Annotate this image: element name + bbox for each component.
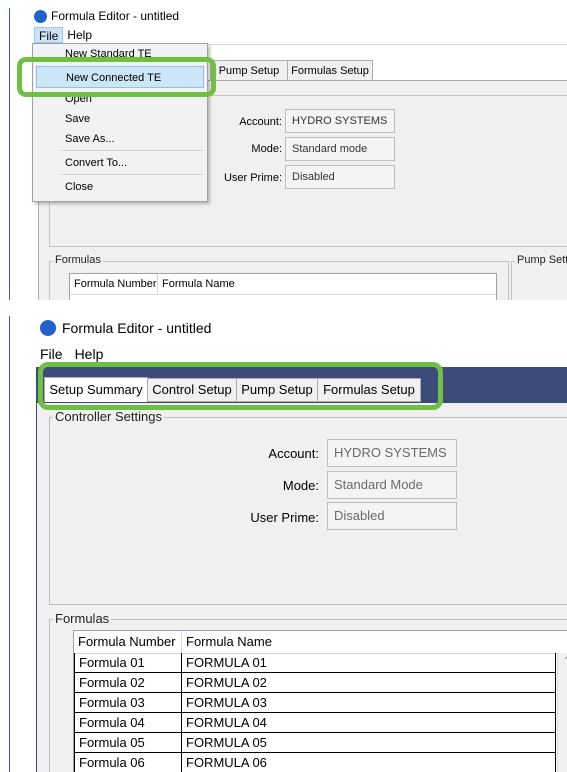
formula-name-cell[interactable]: FORMULA 03 xyxy=(182,693,556,713)
menu-bar-line xyxy=(200,44,567,45)
account-field[interactable]: HYDRO SYSTEMS xyxy=(285,109,395,133)
formula-number-cell[interactable]: Formula 05 xyxy=(74,733,182,753)
column-formula-name[interactable]: Formula Name xyxy=(158,274,278,294)
formulas-grid: Formula Number Formula Name Formula 01 FO… xyxy=(73,630,567,772)
formula-name-cell[interactable]: FORMULA 02 xyxy=(182,673,556,693)
highlight-tab-strip xyxy=(38,362,443,410)
account-field[interactable]: HYDRO SYSTEMS xyxy=(327,439,457,467)
table-row[interactable]: Formula 01 FORMULA 01 xyxy=(74,653,556,673)
mode-field[interactable]: Standard mode xyxy=(285,137,395,161)
menu-item-save-as[interactable]: Save As... xyxy=(33,131,207,147)
tab-content: Controller Settings Account: HYDRO SYSTE… xyxy=(36,402,567,772)
formulas-grid: Formula Number Formula Name xyxy=(69,273,497,300)
user-prime-field[interactable]: Disabled xyxy=(327,502,457,530)
user-prime-label: User Prime: xyxy=(223,172,282,184)
table-row[interactable]: Formula 02 FORMULA 02 xyxy=(74,673,556,693)
window-title: Formula Editor - untitled xyxy=(62,320,212,336)
table-row[interactable]: Formula 05 FORMULA 05 xyxy=(74,733,556,753)
formula-name-cell[interactable]: FORMULA 05 xyxy=(182,733,556,753)
formulas-legend: Formulas xyxy=(53,611,112,626)
user-prime-label: User Prime: xyxy=(250,510,319,525)
formula-number-cell[interactable]: Formula 03 xyxy=(74,693,182,713)
formula-name-cell[interactable]: FORMULA 06 xyxy=(182,753,556,772)
title-bar: Formula Editor - untitled xyxy=(40,320,211,336)
formulas-grid-header: Formula Number Formula Name xyxy=(70,274,496,295)
highlight-new-connected-te xyxy=(17,57,216,97)
table-row[interactable]: Formula 03 FORMULA 03 xyxy=(74,693,556,713)
menu-help[interactable]: Help xyxy=(71,344,108,364)
column-formula-number[interactable]: Formula Number xyxy=(74,631,182,653)
mode-label: Mode: xyxy=(282,478,319,493)
menu-item-close[interactable]: Close xyxy=(33,179,207,195)
formula-name-cell[interactable]: FORMULA 04 xyxy=(182,713,556,733)
column-formula-name[interactable]: Formula Name xyxy=(182,631,552,653)
formula-name-cell[interactable]: FORMULA 01 xyxy=(182,653,556,673)
screenshot-file-menu: Formula Editor - untitled File Help Pump… xyxy=(10,0,567,300)
scroll-up-icon[interactable]: ⌃ xyxy=(560,656,567,667)
controller-settings-legend: Controller Settings xyxy=(53,409,164,424)
app-icon xyxy=(34,9,47,23)
app-icon xyxy=(40,320,56,336)
formulas-legend: Formulas xyxy=(53,254,103,266)
table-row[interactable]: Formula 04 FORMULA 04 xyxy=(74,713,556,733)
screenshot-setup-summary: Formula Editor - untitled File Help Setu… xyxy=(10,310,567,772)
formula-number-cell[interactable]: Formula 01 xyxy=(74,653,182,673)
menu-separator xyxy=(61,174,203,175)
menu-item-convert-to[interactable]: Convert To... xyxy=(33,155,207,171)
window-title: Formula Editor - untitled xyxy=(51,9,180,23)
tab-pump-setup[interactable]: Pump Setup xyxy=(210,60,288,82)
pump-settings-group xyxy=(511,261,567,300)
formulas-grid-header: Formula Number Formula Name xyxy=(74,631,567,654)
column-formula-number[interactable]: Formula Number xyxy=(70,274,158,294)
account-label: Account: xyxy=(268,446,319,461)
title-bar: Formula Editor - untitled xyxy=(34,9,179,23)
formula-number-cell[interactable]: Formula 02 xyxy=(74,673,182,693)
grid-scrollbar[interactable] xyxy=(557,653,567,772)
table-row[interactable]: Formula 06 FORMULA 06 xyxy=(74,753,556,772)
menu-file[interactable]: File xyxy=(36,344,67,364)
formula-number-cell[interactable]: Formula 06 xyxy=(74,753,182,772)
menu-file[interactable]: File xyxy=(34,27,64,43)
mode-label: Mode: xyxy=(251,143,282,155)
menu-separator xyxy=(61,150,203,151)
pump-settings-legend: Pump Setti xyxy=(515,254,567,266)
menu-item-save[interactable]: Save xyxy=(33,111,207,127)
menu-help[interactable]: Help xyxy=(63,27,96,43)
formula-number-cell[interactable]: Formula 04 xyxy=(74,713,182,733)
tab-formulas-setup[interactable]: Formulas Setup xyxy=(287,60,373,82)
account-label: Account: xyxy=(239,116,282,128)
mode-field[interactable]: Standard Mode xyxy=(327,471,457,499)
menu-bar: File Help xyxy=(36,344,107,364)
user-prime-field[interactable]: Disabled xyxy=(285,165,395,189)
menu-bar: File Help xyxy=(34,27,96,43)
